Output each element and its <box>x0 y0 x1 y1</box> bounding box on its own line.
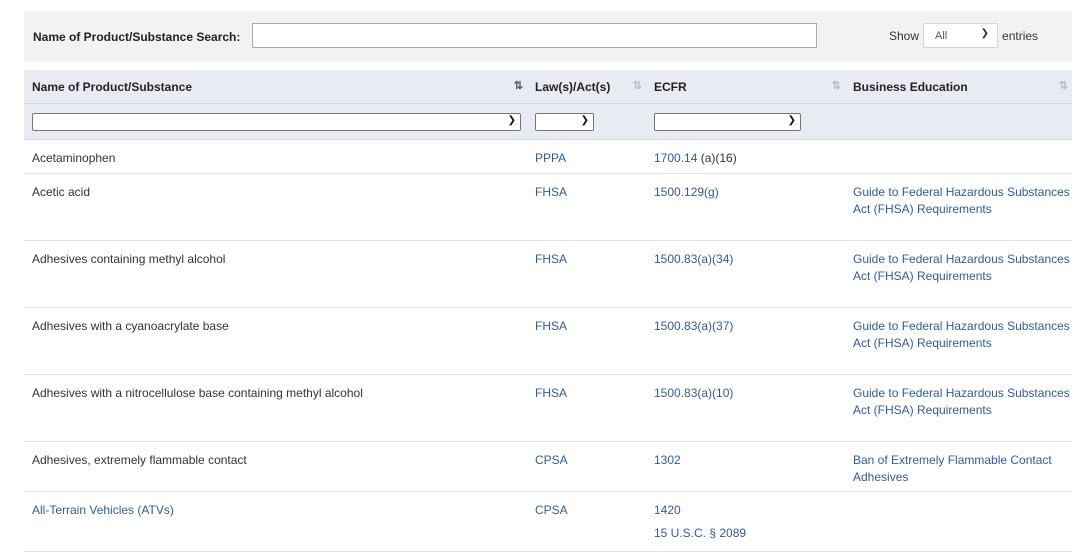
law-link[interactable]: CPSA <box>527 491 646 552</box>
ecfr-link[interactable]: 1420 <box>654 502 845 519</box>
ecfr-link[interactable]: 15 U.S.C. § 2089 <box>654 525 845 542</box>
cell-name: Acetic acid <box>24 173 527 241</box>
ecfr-suffix: (a)(16) <box>697 151 737 165</box>
filter-name-select[interactable]: ❯ <box>32 112 521 131</box>
chevron-down-icon: ❯ <box>980 28 990 39</box>
business-education-link[interactable]: Ban of Extremely Flammable Contact Adhes… <box>845 441 1072 492</box>
business-education-link[interactable]: Guide to Federal Hazardous Substances Ac… <box>845 307 1072 375</box>
law-link[interactable]: CPSA <box>527 441 646 492</box>
chevron-down-icon: ❯ <box>787 114 796 126</box>
filter-law-select[interactable]: ❯ <box>535 112 594 131</box>
table-row: Adhesives with a nitrocellulose base con… <box>24 374 1072 442</box>
cell-name: Adhesives containing methyl alcohol <box>24 240 527 308</box>
header-row: Name of Product/Substance ⇅ Law(s)/Act(s… <box>24 70 1072 104</box>
table-row: Adhesives with a cyanoacrylate base FHSA… <box>24 307 1072 375</box>
cell-edu <box>845 139 1072 174</box>
cell-edu <box>845 491 1072 552</box>
sort-asc-icon: ⇅ <box>513 80 523 92</box>
entries-select[interactable]: All ❯ <box>923 23 999 48</box>
entries-label: entries <box>1002 28 1039 43</box>
search-label: Name of Product/Substance Search: <box>33 29 241 44</box>
table-row: Acetaminophen PPPA 1700.14 (a)(16) <box>24 139 1072 174</box>
name-link[interactable]: All-Terrain Vehicles (ATVs) <box>24 491 527 552</box>
ecfr-link[interactable]: 1500.83(a)(10) <box>646 374 845 442</box>
sort-icon: ⇅ <box>831 80 841 92</box>
entries-select-value: All <box>935 29 948 42</box>
column-header-ecfr[interactable]: ECFR ⇅ <box>646 70 845 104</box>
law-link[interactable]: PPPA <box>527 139 646 174</box>
cell-ecfr: 1700.14 (a)(16) <box>646 139 845 174</box>
ecfr-link[interactable]: 1700.14 <box>654 151 697 165</box>
law-link[interactable]: FHSA <box>527 307 646 375</box>
show-entries: Show All ❯ entries <box>889 23 1038 48</box>
ecfr-link[interactable]: 1302 <box>646 441 845 492</box>
cell-name: Acetaminophen <box>24 139 527 174</box>
table-row: Acetic acid FHSA 1500.129(g) Guide to Fe… <box>24 173 1072 241</box>
ecfr-link[interactable]: 1500.83(a)(37) <box>646 307 845 375</box>
sort-icon: ⇅ <box>632 80 642 92</box>
cell-ecfr: 1420 15 U.S.C. § 2089 <box>646 491 845 552</box>
business-education-link[interactable]: Guide to Federal Hazardous Substances Ac… <box>845 173 1072 241</box>
column-header-name[interactable]: Name of Product/Substance ⇅ <box>24 70 527 104</box>
show-label: Show <box>889 28 920 43</box>
chevron-down-icon: ❯ <box>580 114 589 126</box>
search-input[interactable] <box>252 23 817 48</box>
substances-table: Name of Product/Substance ⇅ Law(s)/Act(s… <box>24 70 1072 552</box>
column-header-business-education[interactable]: Business Education ⇅ <box>845 70 1072 104</box>
cell-name: Adhesives, extremely flammable contact <box>24 441 527 492</box>
ecfr-link[interactable]: 1500.129(g) <box>646 173 845 241</box>
sort-icon: ⇅ <box>1058 80 1068 92</box>
table-row: Adhesives, extremely flammable contact C… <box>24 441 1072 492</box>
chevron-down-icon: ❯ <box>507 114 516 126</box>
law-link[interactable]: FHSA <box>527 173 646 241</box>
search-bar: Name of Product/Substance Search: Show A… <box>24 11 1072 62</box>
business-education-link[interactable]: Guide to Federal Hazardous Substances Ac… <box>845 374 1072 442</box>
law-link[interactable]: FHSA <box>527 374 646 442</box>
filter-ecfr-select[interactable]: ❯ <box>654 112 801 131</box>
filter-row: ❯ ❯ ❯ <box>24 103 1072 140</box>
table-row: All-Terrain Vehicles (ATVs) CPSA 1420 15… <box>24 491 1072 552</box>
table-row: Adhesives containing methyl alcohol FHSA… <box>24 240 1072 308</box>
cell-name: Adhesives with a cyanoacrylate base <box>24 307 527 375</box>
law-link[interactable]: FHSA <box>527 240 646 308</box>
cell-name: Adhesives with a nitrocellulose base con… <box>24 374 527 442</box>
column-header-law[interactable]: Law(s)/Act(s) ⇅ <box>527 70 646 104</box>
business-education-link[interactable]: Guide to Federal Hazardous Substances Ac… <box>845 240 1072 308</box>
ecfr-link[interactable]: 1500.83(a)(34) <box>646 240 845 308</box>
